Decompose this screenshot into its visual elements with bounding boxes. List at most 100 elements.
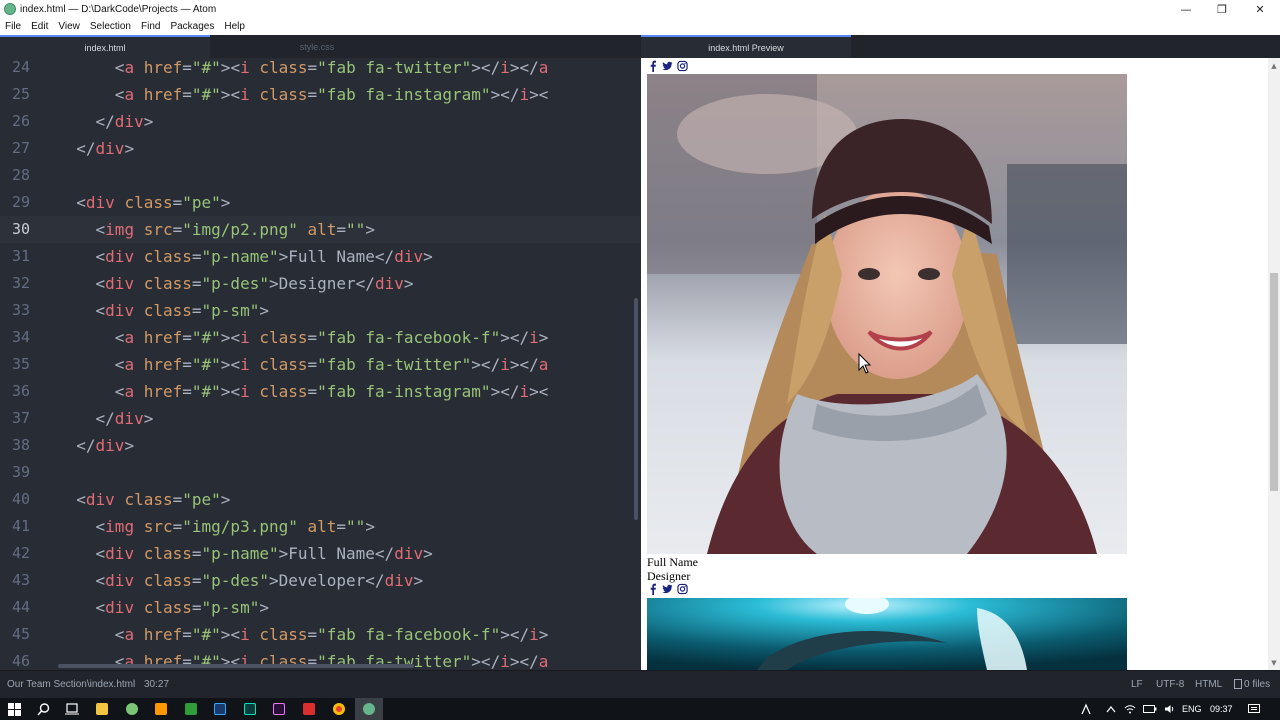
code-line[interactable]: 43 <div class="p-des">Developer</div> <box>0 567 640 594</box>
code-text[interactable]: <div class="p-des">Developer</div> <box>57 567 633 594</box>
minimize-button[interactable]: — <box>1168 0 1204 18</box>
code-editor[interactable]: 24 <a href="#"><i class="fab fa-twitter"… <box>0 58 640 670</box>
code-token: = <box>182 625 192 644</box>
tab-index-html[interactable]: index.html <box>0 35 210 58</box>
instagram-icon[interactable] <box>677 583 688 595</box>
code-text[interactable]: <div class="p-sm"> <box>57 297 633 324</box>
app-red-icon[interactable] <box>295 698 323 720</box>
code-line[interactable]: 35 <a href="#"><i class="fab fa-twitter"… <box>0 351 640 378</box>
code-token: > <box>220 85 231 104</box>
file-explorer-icon[interactable] <box>88 698 116 720</box>
menu-selection[interactable]: Selection <box>85 21 136 32</box>
menu-edit[interactable]: Edit <box>26 21 53 32</box>
code-line[interactable]: 32 <div class="p-des">Designer</div> <box>0 270 640 297</box>
photoshop-icon[interactable] <box>206 698 234 720</box>
language-indicator[interactable]: ENG <box>1182 698 1202 720</box>
code-line[interactable]: 26 </div> <box>0 108 640 135</box>
preview-scroll-down-arrow[interactable]: ▼ <box>1268 657 1280 669</box>
close-button[interactable]: ✕ <box>1242 0 1278 18</box>
code-line[interactable]: 37 </div> <box>0 405 640 432</box>
code-text[interactable]: <a href="#"><i class="fab fa-twitter"></… <box>57 351 633 378</box>
code-text[interactable]: <div class="p-des">Designer</div> <box>57 270 633 297</box>
code-text[interactable]: <div class="p-name">Full Name</div> <box>57 540 633 567</box>
code-text[interactable]: </div> <box>57 405 633 432</box>
notification-icon[interactable] <box>1240 698 1268 720</box>
search-icon[interactable] <box>29 698 57 720</box>
code-text[interactable]: <div class="pe"> <box>57 189 633 216</box>
chrome-icon[interactable] <box>325 698 353 720</box>
status-line-ending[interactable]: LF <box>1131 671 1143 699</box>
code-token: i <box>240 58 250 77</box>
sublime-icon[interactable] <box>147 698 175 720</box>
menu-find[interactable]: Find <box>136 21 165 32</box>
windows-start-icon[interactable] <box>0 698 28 720</box>
code-line[interactable]: 31 <div class="p-name">Full Name</div> <box>0 243 640 270</box>
code-line[interactable]: 36 <a href="#"><i class="fab fa-instagra… <box>0 378 640 405</box>
app-green-icon[interactable] <box>177 698 205 720</box>
restore-button[interactable]: ❐ <box>1204 0 1240 18</box>
audition-icon[interactable] <box>236 698 264 720</box>
atom-taskbar-icon[interactable] <box>355 698 383 720</box>
menu-view[interactable]: View <box>53 21 85 32</box>
code-text[interactable]: <img src="img/p3.png" alt=""> <box>57 513 633 540</box>
twitter-icon[interactable] <box>662 60 673 72</box>
tab-preview[interactable]: index.html Preview <box>641 35 851 58</box>
code-text[interactable]: <a href="#"><i class="fab fa-facebook-f"… <box>57 621 633 648</box>
network-people-icon[interactable] <box>1072 698 1100 720</box>
code-line[interactable]: 33 <div class="p-sm"> <box>0 297 640 324</box>
clock[interactable]: 09:37 <box>1210 698 1233 720</box>
windows-taskbar: ENG 09:37 <box>0 698 1280 720</box>
code-line[interactable]: 29 <div class="pe"> <box>0 189 640 216</box>
facebook-icon[interactable] <box>647 583 658 595</box>
code-line[interactable]: 40 <div class="pe"> <box>0 486 640 513</box>
status-encoding[interactable]: UTF-8 <box>1156 671 1184 699</box>
status-file-path[interactable]: Our Team Section\index.html <box>7 671 135 699</box>
status-cursor-position[interactable]: 30:27 <box>144 671 169 699</box>
code-line[interactable]: 28 <box>0 162 640 189</box>
task-view-icon[interactable] <box>58 698 86 720</box>
volume-icon[interactable] <box>1156 698 1184 720</box>
browser-icon[interactable] <box>118 698 146 720</box>
instagram-icon[interactable] <box>677 60 688 72</box>
code-token: </ <box>95 112 115 131</box>
code-text[interactable]: <div class="p-sm"> <box>57 594 633 621</box>
code-line[interactable]: 24 <a href="#"><i class="fab fa-twitter"… <box>0 58 640 81</box>
editor-horizontal-scrollbar[interactable] <box>58 664 414 668</box>
twitter-icon[interactable] <box>662 583 673 595</box>
code-line[interactable]: 45 <a href="#"><i class="fab fa-facebook… <box>0 621 640 648</box>
code-text[interactable]: </div> <box>57 135 633 162</box>
menu-packages[interactable]: Packages <box>165 21 219 32</box>
code-line[interactable]: 44 <div class="p-sm"> <box>0 594 640 621</box>
code-text[interactable]: <a href="#"><i class="fab fa-instagram">… <box>57 378 633 405</box>
code-text[interactable]: </div> <box>57 108 633 135</box>
code-text[interactable]: <a href="#"><i class="fab fa-twitter"></… <box>57 58 633 81</box>
code-line[interactable]: 41 <img src="img/p3.png" alt=""> <box>0 513 640 540</box>
tab-style-css[interactable]: style.css <box>210 35 424 58</box>
preview-scroll-up-arrow[interactable]: ▲ <box>1268 60 1280 72</box>
code-text[interactable]: </div> <box>57 432 633 459</box>
code-text[interactable]: <a href="#"><i class="fab fa-facebook-f"… <box>57 324 633 351</box>
code-line[interactable]: 42 <div class="p-name">Full Name</div> <box>0 540 640 567</box>
preview-scrollbar-thumb[interactable] <box>1270 273 1278 491</box>
status-git-files[interactable]: 0 files <box>1234 671 1270 699</box>
code-line[interactable]: 39 <box>0 459 640 486</box>
code-line[interactable]: 38 </div> <box>0 432 640 459</box>
facebook-icon[interactable] <box>647 60 658 72</box>
premiere-icon[interactable] <box>265 698 293 720</box>
status-grammar[interactable]: HTML <box>1195 671 1222 699</box>
code-text[interactable]: <a href="#"><i class="fab fa-instagram">… <box>57 81 633 108</box>
editor-vertical-scrollbar[interactable] <box>634 298 638 520</box>
code-line[interactable]: 25 <a href="#"><i class="fab fa-instagra… <box>0 81 640 108</box>
code-text[interactable]: <div class="p-name">Full Name</div> <box>57 243 633 270</box>
code-line[interactable]: 27 </div> <box>0 135 640 162</box>
code-line[interactable]: 30 <img src="img/p2.png" alt=""> <box>0 216 640 243</box>
code-text[interactable]: <div class="pe"> <box>57 486 633 513</box>
menu-file[interactable]: File <box>0 21 26 32</box>
code-line[interactable]: 34 <a href="#"><i class="fab fa-facebook… <box>0 324 640 351</box>
code-text[interactable]: <img src="img/p2.png" alt=""> <box>57 216 633 243</box>
menu-help[interactable]: Help <box>219 21 250 32</box>
